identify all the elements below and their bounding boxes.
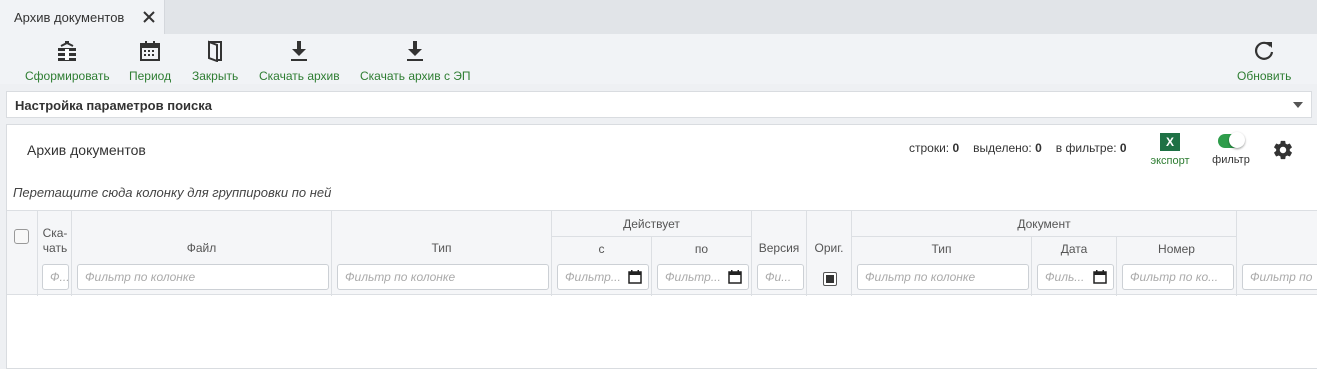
search-settings-title: Настройка параметров поиска — [15, 98, 212, 113]
search-settings-panel[interactable]: Настройка параметров поиска — [6, 91, 1312, 118]
column-header-doc-date[interactable]: Дата — [1032, 237, 1117, 261]
grid-stats: строки: 0 выделено: 0в фильтре: 0 — [909, 141, 1127, 155]
toolbar: Сформировать Период Закрыть Скачать архи… — [0, 34, 1317, 84]
selected-count: 0 — [1035, 141, 1042, 155]
filter-input-file[interactable]: Фильтр по колонке — [77, 264, 329, 290]
close-icon[interactable] — [141, 9, 157, 25]
gear-icon[interactable] — [1272, 139, 1294, 161]
column-header-from[interactable]: с — [552, 237, 652, 261]
tab-document-archive[interactable]: Архив документов — [0, 0, 165, 34]
column-header-file[interactable]: Файл — [72, 211, 332, 261]
calendar-icon[interactable] — [1093, 270, 1107, 284]
form-archive-icon — [58, 41, 77, 61]
period-button[interactable]: Период — [129, 40, 171, 84]
grid-title: Архив документов — [27, 142, 146, 158]
column-header-download[interactable]: Ска- чать — [38, 221, 72, 261]
refresh-icon — [1255, 41, 1274, 60]
column-header-doc-type[interactable]: Тип — [852, 237, 1032, 261]
column-header-doc-number[interactable]: Номер — [1117, 237, 1237, 261]
table-header: Ска- чать Файл Тип Действует с по Версия… — [7, 210, 1317, 296]
column-header-orig[interactable]: Ориг. — [807, 211, 852, 261]
tab-title: Архив документов — [14, 9, 125, 25]
download-archive-button[interactable]: Скачать архив — [259, 40, 340, 84]
calendar-icon — [140, 41, 161, 61]
filter-input-download[interactable]: Ф... — [42, 264, 69, 290]
column-header-to[interactable]: по — [652, 237, 752, 261]
filter-input-doc-number[interactable]: Фильтр по ко... — [1122, 264, 1234, 290]
orig-filter-checkbox[interactable] — [823, 272, 837, 286]
toggle-switch[interactable] — [1218, 132, 1245, 148]
door-icon — [208, 40, 223, 62]
calendar-icon[interactable] — [728, 270, 742, 284]
filter-input-doc-type[interactable]: Фильтр по колонке — [857, 264, 1029, 290]
refresh-button[interactable]: Обновить — [1237, 40, 1291, 84]
filter-input-version[interactable]: Фи... — [757, 264, 804, 290]
filter-input-from[interactable]: Фильтр... — [557, 264, 649, 290]
download-icon — [407, 41, 424, 61]
filter-input-type[interactable]: Фильтр по колонке — [337, 264, 549, 290]
filtered-count: 0 — [1119, 141, 1127, 155]
select-all-checkbox[interactable] — [14, 229, 29, 244]
tab-bar: Архив документов — [0, 0, 1317, 34]
form-button[interactable]: Сформировать — [25, 40, 110, 84]
close-button[interactable]: Закрыть — [192, 40, 238, 84]
calendar-icon[interactable] — [628, 270, 642, 284]
download-icon — [291, 41, 308, 61]
column-header-version[interactable]: Версия — [752, 211, 807, 261]
group-drop-hint: Перетащите сюда колонку для группировки … — [13, 185, 332, 200]
filter-toggle[interactable]: фильтр — [1208, 132, 1254, 166]
archive-grid-panel: Архив документов строки: 0 выделено: 0в ф… — [6, 124, 1317, 369]
filter-input-doc-date[interactable]: Филь... — [1037, 264, 1114, 290]
column-group-active: Действует — [552, 211, 752, 237]
chevron-down-icon[interactable] — [1293, 102, 1303, 108]
select-column-header — [7, 211, 38, 296]
excel-icon: X — [1160, 133, 1180, 151]
rows-count: 0 — [952, 141, 960, 155]
column-group-document: Документ — [852, 211, 1237, 237]
filter-input-extra[interactable]: Фильтр по — [1242, 264, 1317, 290]
export-button[interactable]: X экспорт — [1145, 133, 1195, 167]
column-header-type[interactable]: Тип — [332, 211, 552, 261]
filter-input-to[interactable]: Фильтр... — [657, 264, 749, 290]
download-archive-ep-button[interactable]: Скачать архив с ЭП — [360, 40, 471, 84]
